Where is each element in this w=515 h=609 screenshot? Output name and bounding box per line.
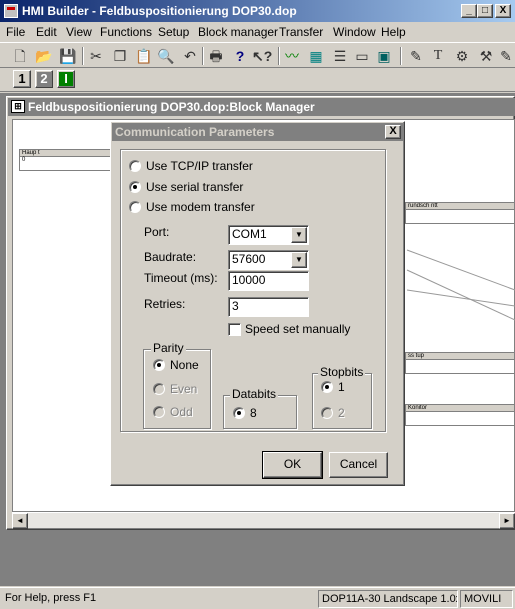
speed-manual-checkbox[interactable] [228, 323, 241, 336]
undo-icon[interactable]: ↶ [180, 46, 200, 66]
parity-none-label[interactable]: None [170, 358, 199, 372]
window-config-icon[interactable]: ▦ [306, 46, 326, 66]
context-help-icon[interactable]: ↖? [252, 46, 272, 66]
baudrate-label: Baudrate: [144, 250, 197, 264]
retries-value: 3 [232, 299, 239, 313]
ok-button[interactable]: OK [262, 451, 323, 479]
stopbits-1-radio[interactable] [321, 381, 333, 393]
maximize-button[interactable]: □ [477, 4, 493, 18]
baudrate-dropdown-arrow-icon[interactable]: ▼ [291, 252, 307, 268]
scroll-left-button[interactable]: ◄ [12, 513, 28, 529]
block-manager-title-bar[interactable]: ⊞ Feldbuspositionierung DOP30.dop:Block … [8, 98, 515, 116]
horizontal-scrollbar[interactable]: ◄ ► [12, 512, 515, 529]
app-title: HMI Builder - Feldbuspositionierung DOP3… [22, 4, 297, 18]
list-icon[interactable]: ☰ [330, 46, 350, 66]
menu-view[interactable]: View [66, 25, 92, 39]
modem-label[interactable]: Use modem transfer [146, 200, 255, 214]
minimize-button[interactable]: _ [461, 4, 477, 18]
devices-icon[interactable]: ▭ [352, 46, 372, 66]
stopbits-2-radio[interactable] [321, 407, 333, 419]
app-title-bar[interactable]: HMI Builder - Feldbuspositionierung DOP3… [0, 0, 515, 22]
toolbar-separator [202, 47, 204, 65]
settings-icon[interactable]: ⚙ [452, 46, 472, 66]
cut-icon[interactable]: ✂ [86, 46, 106, 66]
paste-icon[interactable]: 📋 [134, 46, 154, 66]
timeout-value: 10000 [232, 273, 266, 287]
modem-radio[interactable] [129, 201, 141, 213]
stopbits-group-label: Stopbits [318, 365, 366, 379]
page-i-button[interactable]: I [57, 70, 75, 88]
menu-help[interactable]: Help [381, 25, 406, 39]
retries-label: Retries: [144, 297, 186, 311]
new-file-icon[interactable]: 🗋 [10, 46, 30, 66]
speed-manual-label[interactable]: Speed set manually [245, 322, 350, 336]
parity-even-label[interactable]: Even [170, 382, 197, 396]
port-value: COM1 [232, 227, 267, 241]
block-manager-icon: ⊞ [11, 100, 25, 113]
toolbar-separator [278, 47, 280, 65]
toolbar-separator [400, 47, 402, 65]
open-folder-icon[interactable]: 📂 [34, 46, 54, 66]
main-toolbar: 🗋 📂 💾 ✂ ❐ 📋 🔍 ↶ 🖶 ? ↖? 〰 ▦ ☰ ▭ ▣ ✎ T ⚙ ⚒… [0, 42, 515, 68]
timeout-label: Timeout (ms): [144, 271, 218, 285]
stopbits-2-label[interactable]: 2 [338, 406, 345, 420]
parity-group-label: Parity [151, 341, 186, 355]
databits-group-label: Databits [230, 387, 279, 401]
tcpip-radio[interactable] [129, 160, 141, 172]
app-icon[interactable] [4, 4, 18, 18]
print-icon[interactable]: 🖶 [206, 46, 226, 66]
page-toolbar: 1 2 I [0, 68, 515, 92]
copy-icon[interactable]: ❐ [110, 46, 130, 66]
menu-file[interactable]: File [6, 25, 25, 39]
baudrate-value: 57600 [232, 252, 266, 266]
menu-transfer[interactable]: Transfer [279, 25, 323, 39]
tcpip-label[interactable]: Use TCP/IP transfer [146, 159, 253, 173]
block-manager-title: Feldbuspositionierung DOP30.dop:Block Ma… [28, 100, 315, 114]
image-icon[interactable]: ▣ [374, 46, 394, 66]
status-device: DOP11A-30 Landscape 1.0x [318, 590, 458, 608]
databits-8-label[interactable]: 8 [250, 406, 257, 420]
text-icon[interactable]: T [428, 46, 448, 66]
dialog-title-bar[interactable]: Communication Parameters X [112, 123, 403, 141]
page-1-button[interactable]: 1 [13, 70, 31, 88]
dialog-close-button[interactable]: X [385, 125, 401, 139]
scroll-right-button[interactable]: ► [499, 513, 515, 529]
port-select[interactable]: COM1 ▼ [228, 225, 309, 245]
menu-bar: File Edit View Functions Setup Block man… [0, 22, 515, 42]
edit-text-icon[interactable]: ✎ [406, 46, 426, 66]
baudrate-select[interactable]: 57600 ▼ [228, 250, 309, 270]
parity-none-radio[interactable] [153, 359, 165, 371]
help-icon[interactable]: ? [230, 46, 250, 66]
serial-radio[interactable] [129, 181, 141, 193]
status-bar: For Help, press F1 DOP11A-30 Landscape 1… [0, 587, 515, 609]
page-2-button[interactable]: 2 [35, 70, 53, 88]
toolbar-separator [82, 47, 84, 65]
menu-setup[interactable]: Setup [158, 25, 189, 39]
menu-edit[interactable]: Edit [36, 25, 57, 39]
menu-window[interactable]: Window [333, 25, 376, 39]
parity-odd-radio[interactable] [153, 406, 165, 418]
status-vendor: MOVILI [460, 590, 513, 608]
menu-functions[interactable]: Functions [100, 25, 152, 39]
parity-even-radio[interactable] [153, 383, 165, 395]
find-icon[interactable]: 🔍 [156, 46, 176, 66]
stopbits-1-label[interactable]: 1 [338, 380, 345, 394]
parity-odd-label[interactable]: Odd [170, 405, 193, 419]
retries-input[interactable]: 3 [228, 297, 309, 317]
port-dropdown-arrow-icon[interactable]: ▼ [291, 227, 307, 243]
close-button[interactable]: X [495, 4, 511, 18]
dialog-title: Communication Parameters [115, 125, 275, 139]
port-label: Port: [144, 225, 170, 239]
timeout-input[interactable]: 10000 [228, 271, 309, 291]
graph-icon[interactable]: 〰 [282, 46, 302, 66]
more-icon[interactable]: ✎ [498, 46, 514, 66]
save-icon[interactable]: 💾 [58, 46, 78, 66]
serial-label[interactable]: Use serial transfer [146, 180, 243, 194]
databits-8-radio[interactable] [233, 407, 245, 419]
menu-block-manager[interactable]: Block manager [198, 25, 278, 39]
cancel-button[interactable]: Cancel [329, 452, 388, 478]
tools-icon[interactable]: ⚒ [476, 46, 496, 66]
status-help-text: For Help, press F1 [5, 592, 97, 604]
